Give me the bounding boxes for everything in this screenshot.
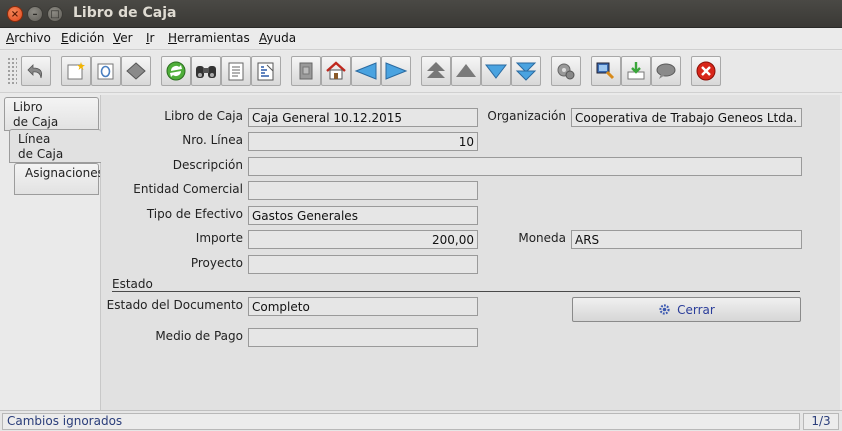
last-record-button[interactable]	[511, 56, 541, 86]
entidad-comercial-label: Entidad Comercial	[133, 182, 243, 196]
next-tab-icon	[385, 62, 408, 80]
importe-field[interactable]: 200,00	[248, 230, 478, 249]
close-window-button[interactable]: ×	[7, 6, 23, 22]
delete-record-icon	[126, 62, 146, 80]
archive-icon	[299, 62, 313, 80]
menu-bar: Archivo Edición Ver Ir Herramientas Ayud…	[0, 28, 842, 50]
entidad-comercial-field[interactable]	[248, 181, 478, 200]
menu-ayuda[interactable]: Ayuda	[259, 31, 296, 45]
nro-linea-label: Nro. Línea	[182, 133, 243, 147]
next-record-icon	[485, 64, 507, 79]
tab-strip: Libro de Caja Línea de Caja Asignaciones	[0, 93, 104, 410]
menu-ir[interactable]: Ir	[146, 31, 154, 45]
refresh-icon	[166, 61, 186, 81]
menu-herramientas[interactable]: Herramientas	[168, 31, 250, 45]
last-record-icon	[515, 62, 537, 81]
toolbar-grip[interactable]	[7, 57, 17, 85]
minimize-window-button[interactable]: –	[27, 6, 43, 22]
descripcion-label: Descripción	[172, 158, 243, 172]
cerrar-button-label: Cerrar	[677, 302, 715, 317]
window-titlebar: × – □ Libro de Caja	[0, 0, 842, 28]
find-icon	[196, 66, 216, 78]
descripcion-field[interactable]	[248, 157, 802, 176]
close-window-icon	[696, 61, 716, 81]
chat-button[interactable]	[651, 56, 681, 86]
organizacion-label: Organización	[487, 109, 566, 123]
proyecto-label: Proyecto	[190, 256, 243, 270]
cerrar-button[interactable]: Cerrar	[572, 297, 801, 322]
tab-libro-de-caja[interactable]: Libro de Caja	[4, 97, 99, 131]
delete-record-button[interactable]	[121, 56, 151, 86]
home-icon	[326, 61, 346, 80]
menu-edicion[interactable]: Edición	[61, 31, 104, 45]
undo-button[interactable]	[21, 56, 51, 86]
status-message: Cambios ignorados	[2, 413, 800, 430]
section-divider	[112, 291, 800, 292]
first-record-icon	[427, 62, 445, 78]
zoom-across-button[interactable]	[591, 56, 621, 86]
previous-record-icon	[456, 64, 476, 77]
moneda-label: Moneda	[518, 231, 566, 245]
home-button[interactable]	[321, 56, 351, 86]
estado-documento-label: Estado del Documento	[106, 298, 243, 312]
estado-section-title: Estado	[112, 277, 153, 291]
proyecto-field[interactable]	[248, 255, 478, 274]
refresh-button[interactable]	[161, 56, 191, 86]
menu-archivo[interactable]: Archivo	[6, 31, 51, 45]
process-icon	[557, 63, 575, 80]
tipo-efectivo-field[interactable]: Gastos Generales	[248, 206, 478, 225]
importe-label: Importe	[195, 231, 243, 245]
organizacion-field[interactable]: Cooperativa de Trabajo Geneos Ltda.	[571, 108, 802, 127]
next-record-button[interactable]	[481, 56, 511, 86]
window-title: Libro de Caja	[73, 5, 177, 21]
tab-asignaciones[interactable]: Asignaciones	[14, 163, 104, 195]
new-record-icon	[67, 62, 85, 80]
record-position[interactable]: 1/3	[803, 413, 839, 430]
tab-linea-de-caja[interactable]: Línea de Caja	[9, 129, 101, 163]
detail-record-button[interactable]	[251, 56, 281, 86]
new-record-button[interactable]	[61, 56, 91, 86]
tipo-efectivo-label: Tipo de Efectivo	[146, 207, 243, 221]
import-button[interactable]	[621, 56, 651, 86]
medio-pago-label: Medio de Pago	[155, 329, 243, 343]
first-record-button[interactable]	[421, 56, 451, 86]
maximize-window-button[interactable]: □	[47, 6, 63, 22]
previous-tab-button[interactable]	[351, 56, 381, 86]
status-bar: Cambios ignorados 1/3	[0, 410, 842, 431]
chat-icon	[656, 63, 676, 79]
copy-record-icon	[97, 63, 114, 80]
libro-de-caja-label: Libro de Caja	[164, 109, 243, 123]
process-button[interactable]	[551, 56, 581, 86]
archive-button[interactable]	[291, 56, 321, 86]
import-icon	[627, 62, 645, 80]
find-button[interactable]	[191, 56, 221, 86]
record-form-panel: Libro de Caja Caja General 10.12.2015 Or…	[100, 95, 840, 410]
report-button[interactable]	[221, 56, 251, 86]
menu-ver[interactable]: Ver	[113, 31, 133, 45]
estado-documento-field[interactable]: Completo	[248, 297, 478, 316]
gear-icon	[659, 304, 670, 315]
moneda-field[interactable]: ARS	[571, 230, 802, 249]
zoom-across-icon	[596, 62, 615, 80]
close-window-toolbar-button[interactable]	[691, 56, 721, 86]
previous-tab-icon	[354, 62, 377, 80]
report-icon	[228, 62, 244, 81]
medio-pago-field[interactable]	[248, 328, 478, 347]
nro-linea-field[interactable]: 10	[248, 132, 478, 151]
next-tab-button[interactable]	[381, 56, 411, 86]
toolbar	[0, 51, 842, 93]
previous-record-button[interactable]	[451, 56, 481, 86]
copy-record-button[interactable]	[91, 56, 121, 86]
libro-de-caja-field[interactable]: Caja General 10.12.2015	[248, 108, 478, 127]
undo-icon	[27, 64, 43, 79]
detail-record-icon	[257, 62, 274, 81]
